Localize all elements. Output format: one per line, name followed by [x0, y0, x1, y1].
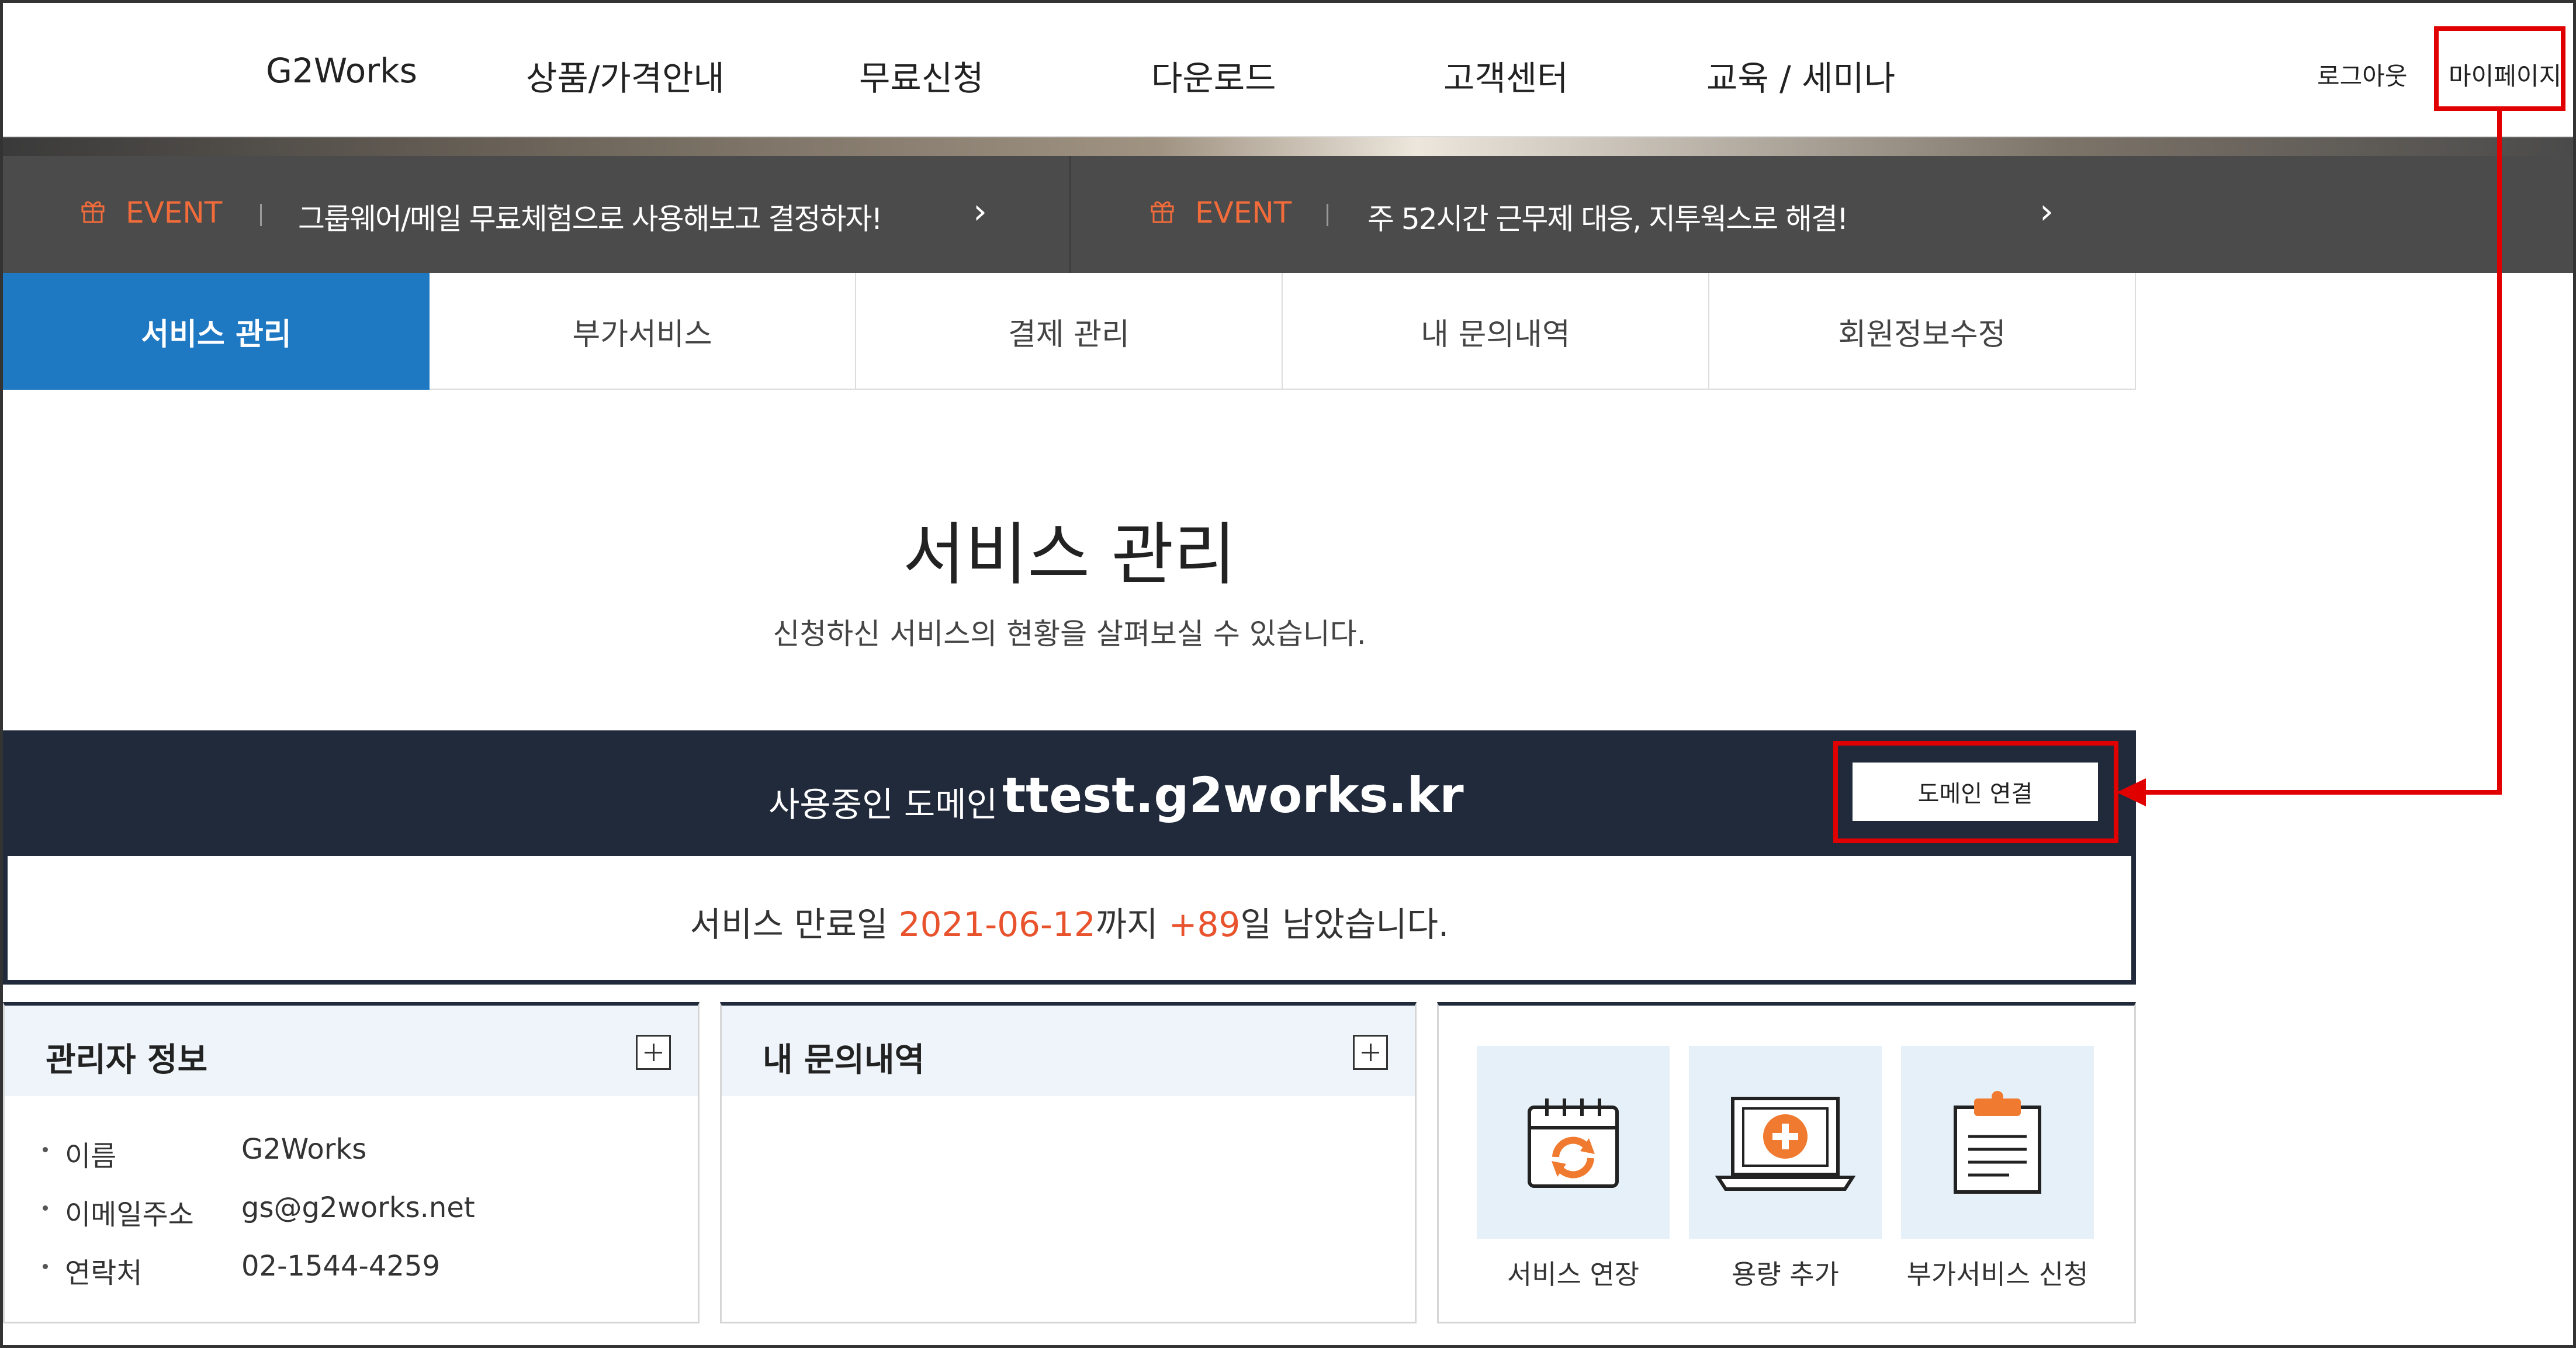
event-separator — [1327, 204, 1328, 226]
days-left: +89 — [1168, 905, 1241, 944]
connector-line-horizontal — [2139, 790, 2502, 795]
domain-label: 사용중인 도메인 — [768, 785, 998, 824]
nav-brand[interactable]: G2Works — [266, 51, 417, 91]
connector-line-vertical — [2497, 111, 2502, 795]
inquiry-panel-header: 내 문의내역 — [722, 1006, 1415, 1096]
clipboard-icon — [1954, 1091, 2041, 1194]
chevron-right-icon[interactable]: › — [973, 191, 987, 232]
quick-action-addon-apply[interactable] — [1901, 1046, 2094, 1239]
logout-link[interactable]: 로그아웃 — [2317, 57, 2408, 92]
banner-photo-strip — [3, 137, 2573, 156]
top-navigation: G2Works 상품/가격안내 무료신청 다운로드 고객센터 교육 / 세미나 … — [3, 3, 2573, 137]
arrowhead-icon — [2117, 778, 2146, 806]
bullet-icon — [43, 1205, 48, 1211]
gift-icon — [1151, 201, 1174, 223]
event-separator — [260, 204, 262, 226]
page-title: 서비스 관리 — [902, 515, 1237, 594]
admin-row-label: 이름 — [65, 1140, 117, 1173]
domain-value: ttest.g2works.kr — [1002, 767, 1464, 824]
event-link-trial[interactable]: 그룹웨어/메일 무료체험으로 사용해보고 결정하자! — [298, 196, 883, 238]
expiry-date: 2021-06-12 — [898, 905, 1096, 944]
event-tag: EVENT — [1195, 196, 1292, 230]
connect-domain-highlight-box — [1833, 741, 2118, 843]
tab-edit-profile[interactable]: 회원정보수정 — [1709, 273, 2136, 390]
quick-action-label[interactable]: 용량 추가 — [1689, 1253, 1882, 1292]
quick-action-label[interactable]: 부가서비스 신청 — [1901, 1253, 2094, 1292]
nav-item-products[interactable]: 상품/가격안내 — [526, 51, 725, 100]
admin-row-value: 02-1544-4259 — [241, 1250, 441, 1283]
tab-addon-services[interactable]: 부가서비스 — [430, 273, 856, 390]
expiry-box: 서비스 만료일 2021-06-12까지 +89일 남았습니다. — [3, 856, 2136, 985]
laptop-add-icon — [1715, 1097, 1855, 1191]
event-link-52hours[interactable]: 주 52시간 근무제 대응, 지투웍스로 해결! — [1367, 196, 1848, 238]
tab-my-inquiries[interactable]: 내 문의내역 — [1283, 273, 1709, 390]
nav-item-free-trial[interactable]: 무료신청 — [859, 51, 984, 100]
nav-item-download[interactable]: 다운로드 — [1151, 51, 1276, 100]
tab-service-management[interactable]: 서비스 관리 — [3, 273, 430, 390]
event-tag: EVENT — [126, 196, 223, 230]
inquiry-panel-title: 내 문의내역 — [763, 1041, 925, 1079]
admin-row-label: 연락처 — [65, 1257, 143, 1290]
bullet-icon — [43, 1147, 48, 1152]
inquiry-panel: 내 문의내역 — [720, 1002, 1417, 1323]
inquiry-expand-icon[interactable] — [1353, 1035, 1388, 1070]
nav-item-education[interactable]: 교육 / 세미나 — [1706, 51, 1895, 100]
quick-action-label[interactable]: 서비스 연장 — [1477, 1253, 1670, 1292]
bullet-icon — [43, 1264, 48, 1269]
admin-info-panel: 관리자 정보 이름 G2Works 이메일주소 gs@g2works.net 연… — [3, 1002, 700, 1323]
admin-panel-header: 관리자 정보 — [5, 1006, 698, 1096]
admin-panel-title: 관리자 정보 — [46, 1041, 208, 1079]
admin-row-value: gs@g2works.net — [241, 1191, 475, 1224]
chevron-right-icon[interactable]: › — [2040, 191, 2054, 232]
nav-item-support[interactable]: 고객센터 — [1443, 51, 1568, 100]
mypage-tabs: 서비스 관리 부가서비스 결제 관리 내 문의내역 회원정보수정 — [3, 273, 2136, 390]
page-subtitle: 신청하신 서비스의 현황을 살펴보실 수 있습니다. — [773, 617, 1366, 651]
quick-action-renew[interactable] — [1477, 1046, 1670, 1239]
event-divider — [1069, 156, 1071, 273]
expiry-prefix: 서비스 만료일 — [690, 905, 899, 944]
expiry-mid: 까지 — [1095, 905, 1169, 944]
admin-row-value: G2Works — [241, 1133, 367, 1166]
expiry-text: 서비스 만료일 2021-06-12까지 +89일 남았습니다. — [8, 897, 2131, 946]
domain-header: 사용중인 도메인 ttest.g2works.kr — [3, 730, 2136, 856]
mypage-highlight-box — [2434, 26, 2565, 111]
expiry-suffix: 일 남았습니다. — [1240, 905, 1449, 944]
quick-action-add-storage[interactable] — [1689, 1046, 1882, 1239]
admin-expand-icon[interactable] — [636, 1035, 671, 1070]
gift-icon — [81, 201, 105, 223]
event-bar: EVENT 그룹웨어/메일 무료체험으로 사용해보고 결정하자! › EVENT… — [3, 156, 2573, 273]
tab-payment[interactable]: 결제 관리 — [856, 273, 1283, 390]
admin-row-label: 이메일주소 — [65, 1198, 194, 1231]
calendar-renew-icon — [1528, 1099, 1619, 1188]
